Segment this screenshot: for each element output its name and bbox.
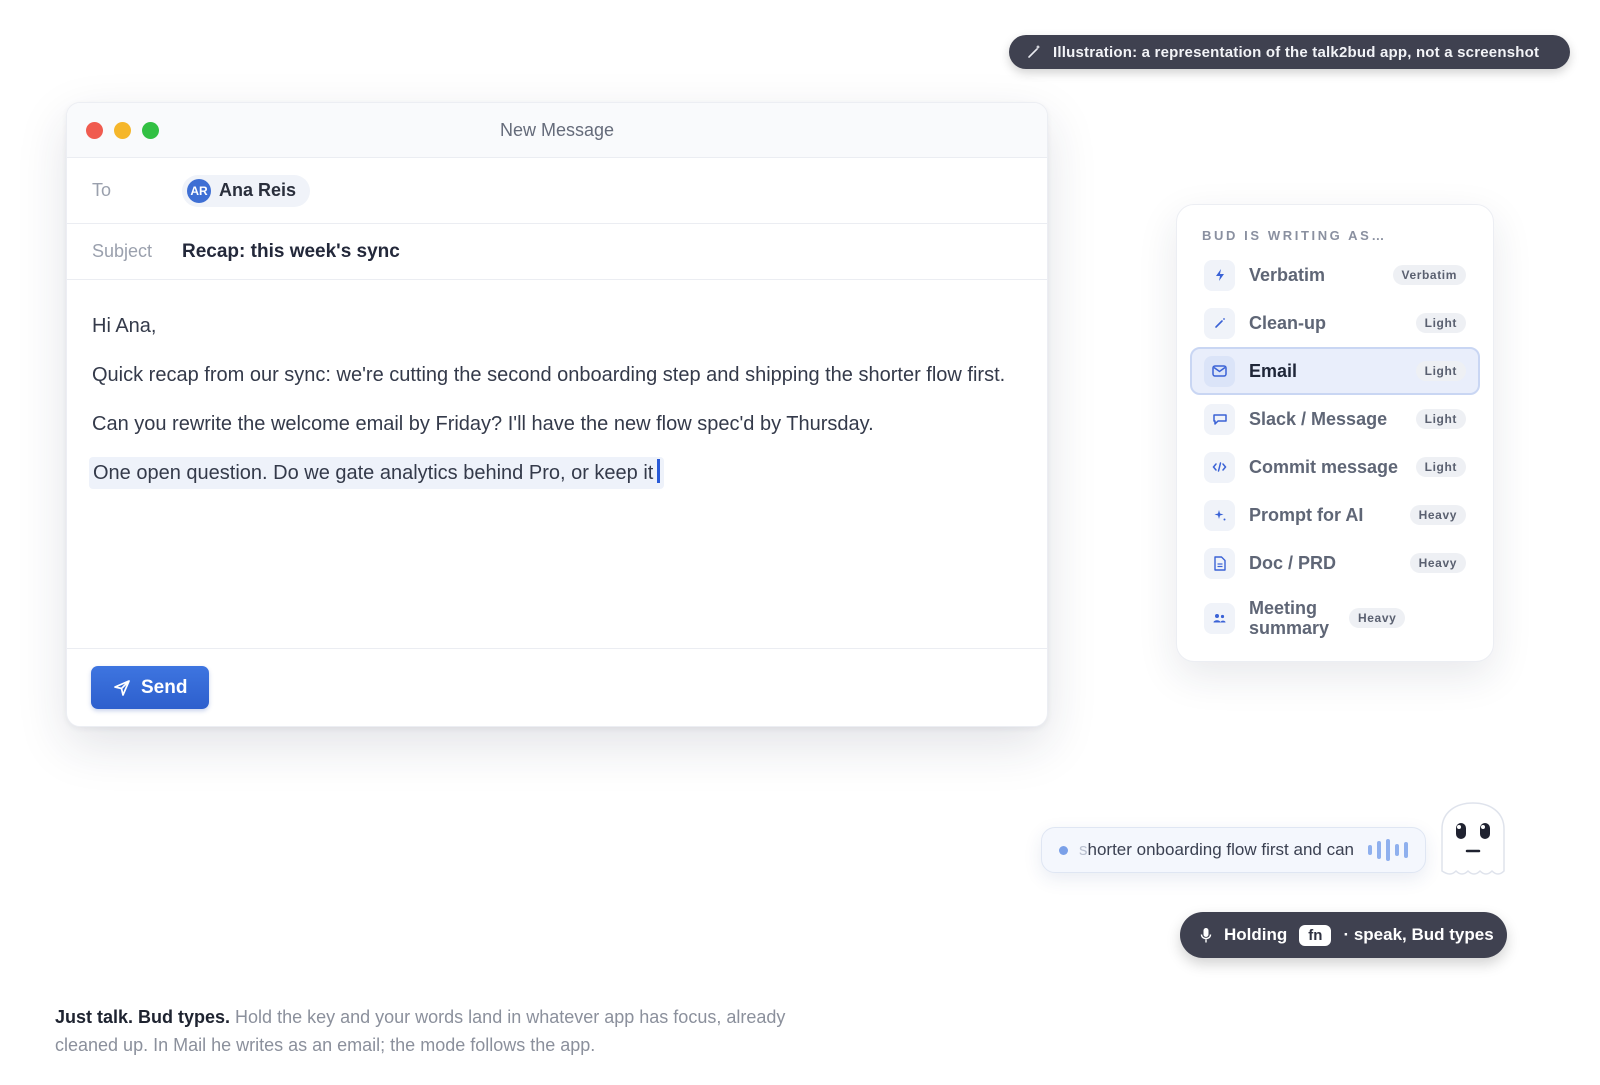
window-title: New Message (499, 119, 615, 140)
to-field-row[interactable]: To AR Ana Reis (67, 158, 1047, 224)
compose-footer: Send (67, 648, 1047, 726)
mode-badge: Light (1415, 457, 1466, 477)
dictated-line: One open question. Do we gate analytics … (89, 457, 665, 489)
mode-item-doc-prd[interactable]: Doc / PRD Heavy (1190, 539, 1480, 587)
mode-label: Slack / Message (1249, 409, 1388, 429)
minimize-window-button[interactable] (114, 122, 131, 139)
mode-item-slack-message[interactable]: Slack / Message Light (1190, 395, 1480, 443)
mode-badge: Light (1415, 409, 1466, 429)
live-transcript-bubble: shorter onboarding flow first and can (1041, 827, 1426, 873)
illustration-notice-text: Illustration: a representation of the ta… (1053, 43, 1540, 61)
panel-heading: BUD IS WRITING AS… (1202, 228, 1387, 243)
recipient-chip[interactable]: AR Ana Reis (182, 174, 311, 207)
mode-label: Doc / PRD (1249, 553, 1337, 573)
send-button[interactable]: Send (91, 666, 210, 709)
microphone-icon (1200, 927, 1212, 942)
wand-icon (1028, 45, 1040, 58)
live-transcript-text: shorter onboarding flow first and can (1079, 840, 1354, 859)
page: Illustration: a representation of the ta… (0, 0, 1600, 1085)
body-paragraph: Quick recap from our sync: we're cutting… (92, 364, 1006, 386)
body-paragraph: Can you rewrite the welcome email by Fri… (92, 413, 874, 435)
mode-badge: Heavy (1409, 553, 1466, 573)
bud-ghost-mascot (1441, 802, 1505, 875)
mode-label: Verbatim (1249, 265, 1326, 285)
holding-suffix: · speak, Bud types (1343, 925, 1494, 944)
wand-icon (1204, 307, 1235, 339)
fn-key: fn (1299, 924, 1332, 946)
close-window-button[interactable] (86, 122, 103, 139)
window-controls (86, 122, 159, 139)
mode-item-verbatim[interactable]: Verbatim Verbatim (1190, 251, 1480, 299)
recipient-name: Ana Reis (219, 180, 297, 200)
illustration-notice: Illustration: a representation of the ta… (1009, 35, 1570, 69)
mode-list: Verbatim Verbatim Clean-up Light Email L… (1190, 251, 1480, 645)
dictated-text: One open question. Do we gate analytics … (93, 462, 654, 484)
sparkle-icon (1204, 499, 1235, 531)
greeting-line: Hi Ana, (92, 315, 157, 337)
mode-badge: Verbatim (1392, 265, 1466, 285)
subject-label: Subject (92, 241, 153, 261)
to-label: To (92, 180, 112, 200)
message-body[interactable]: Hi Ana, Quick recap from our sync: we're… (67, 280, 1047, 489)
text-cursor (657, 459, 661, 483)
avatar: AR (187, 178, 211, 203)
zoom-window-button[interactable] (142, 122, 159, 139)
mode-badge: Light (1415, 361, 1466, 381)
mode-badge: Light (1415, 313, 1466, 333)
recording-dot (1059, 845, 1068, 855)
mode-label: Clean-up (1249, 313, 1327, 333)
mode-badge: Heavy (1409, 505, 1466, 525)
paper-plane-icon (114, 679, 130, 696)
document-icon (1204, 547, 1235, 579)
mode-item-clean-up[interactable]: Clean-up Light (1190, 299, 1480, 347)
mode-item-prompt-for-ai[interactable]: Prompt for AI Heavy (1190, 491, 1480, 539)
mode-item-commit-message[interactable]: Commit message Light (1190, 443, 1480, 491)
subject-field-row[interactable]: Subject Recap: this week's sync (67, 224, 1047, 280)
caption-headline: Just talk. Bud types. (55, 1007, 231, 1027)
mode-badge: Heavy (1349, 608, 1406, 628)
mode-item-email[interactable]: Email Light (1190, 347, 1480, 395)
envelope-icon (1204, 355, 1235, 387)
mode-label: Commit message (1249, 457, 1399, 477)
mode-label: Meeting summary (1249, 598, 1330, 638)
mode-label: Prompt for AI (1249, 505, 1364, 525)
code-icon (1204, 451, 1235, 483)
mode-label: Email (1249, 361, 1298, 381)
mail-compose-window: New Message To AR Ana Reis Subject Recap… (66, 102, 1048, 727)
holding-label: Holding (1224, 925, 1288, 944)
waveform-icon (1368, 838, 1408, 862)
people-icon (1204, 602, 1235, 634)
writing-mode-panel: BUD IS WRITING AS… Verbatim Verbatim Cle… (1176, 204, 1494, 662)
send-label: Send (141, 676, 188, 698)
window-titlebar: New Message (67, 103, 1047, 158)
chat-icon (1204, 403, 1235, 435)
push-to-talk-status: Holding fn · speak, Bud types (1180, 912, 1507, 958)
mode-item-meeting-summary[interactable]: Meeting summary Heavy (1190, 591, 1480, 645)
feature-caption: Just talk. Bud types. Hold the key and y… (55, 1003, 815, 1059)
bolt-icon (1204, 259, 1235, 291)
subject-input[interactable]: Recap: this week's sync (182, 241, 400, 263)
